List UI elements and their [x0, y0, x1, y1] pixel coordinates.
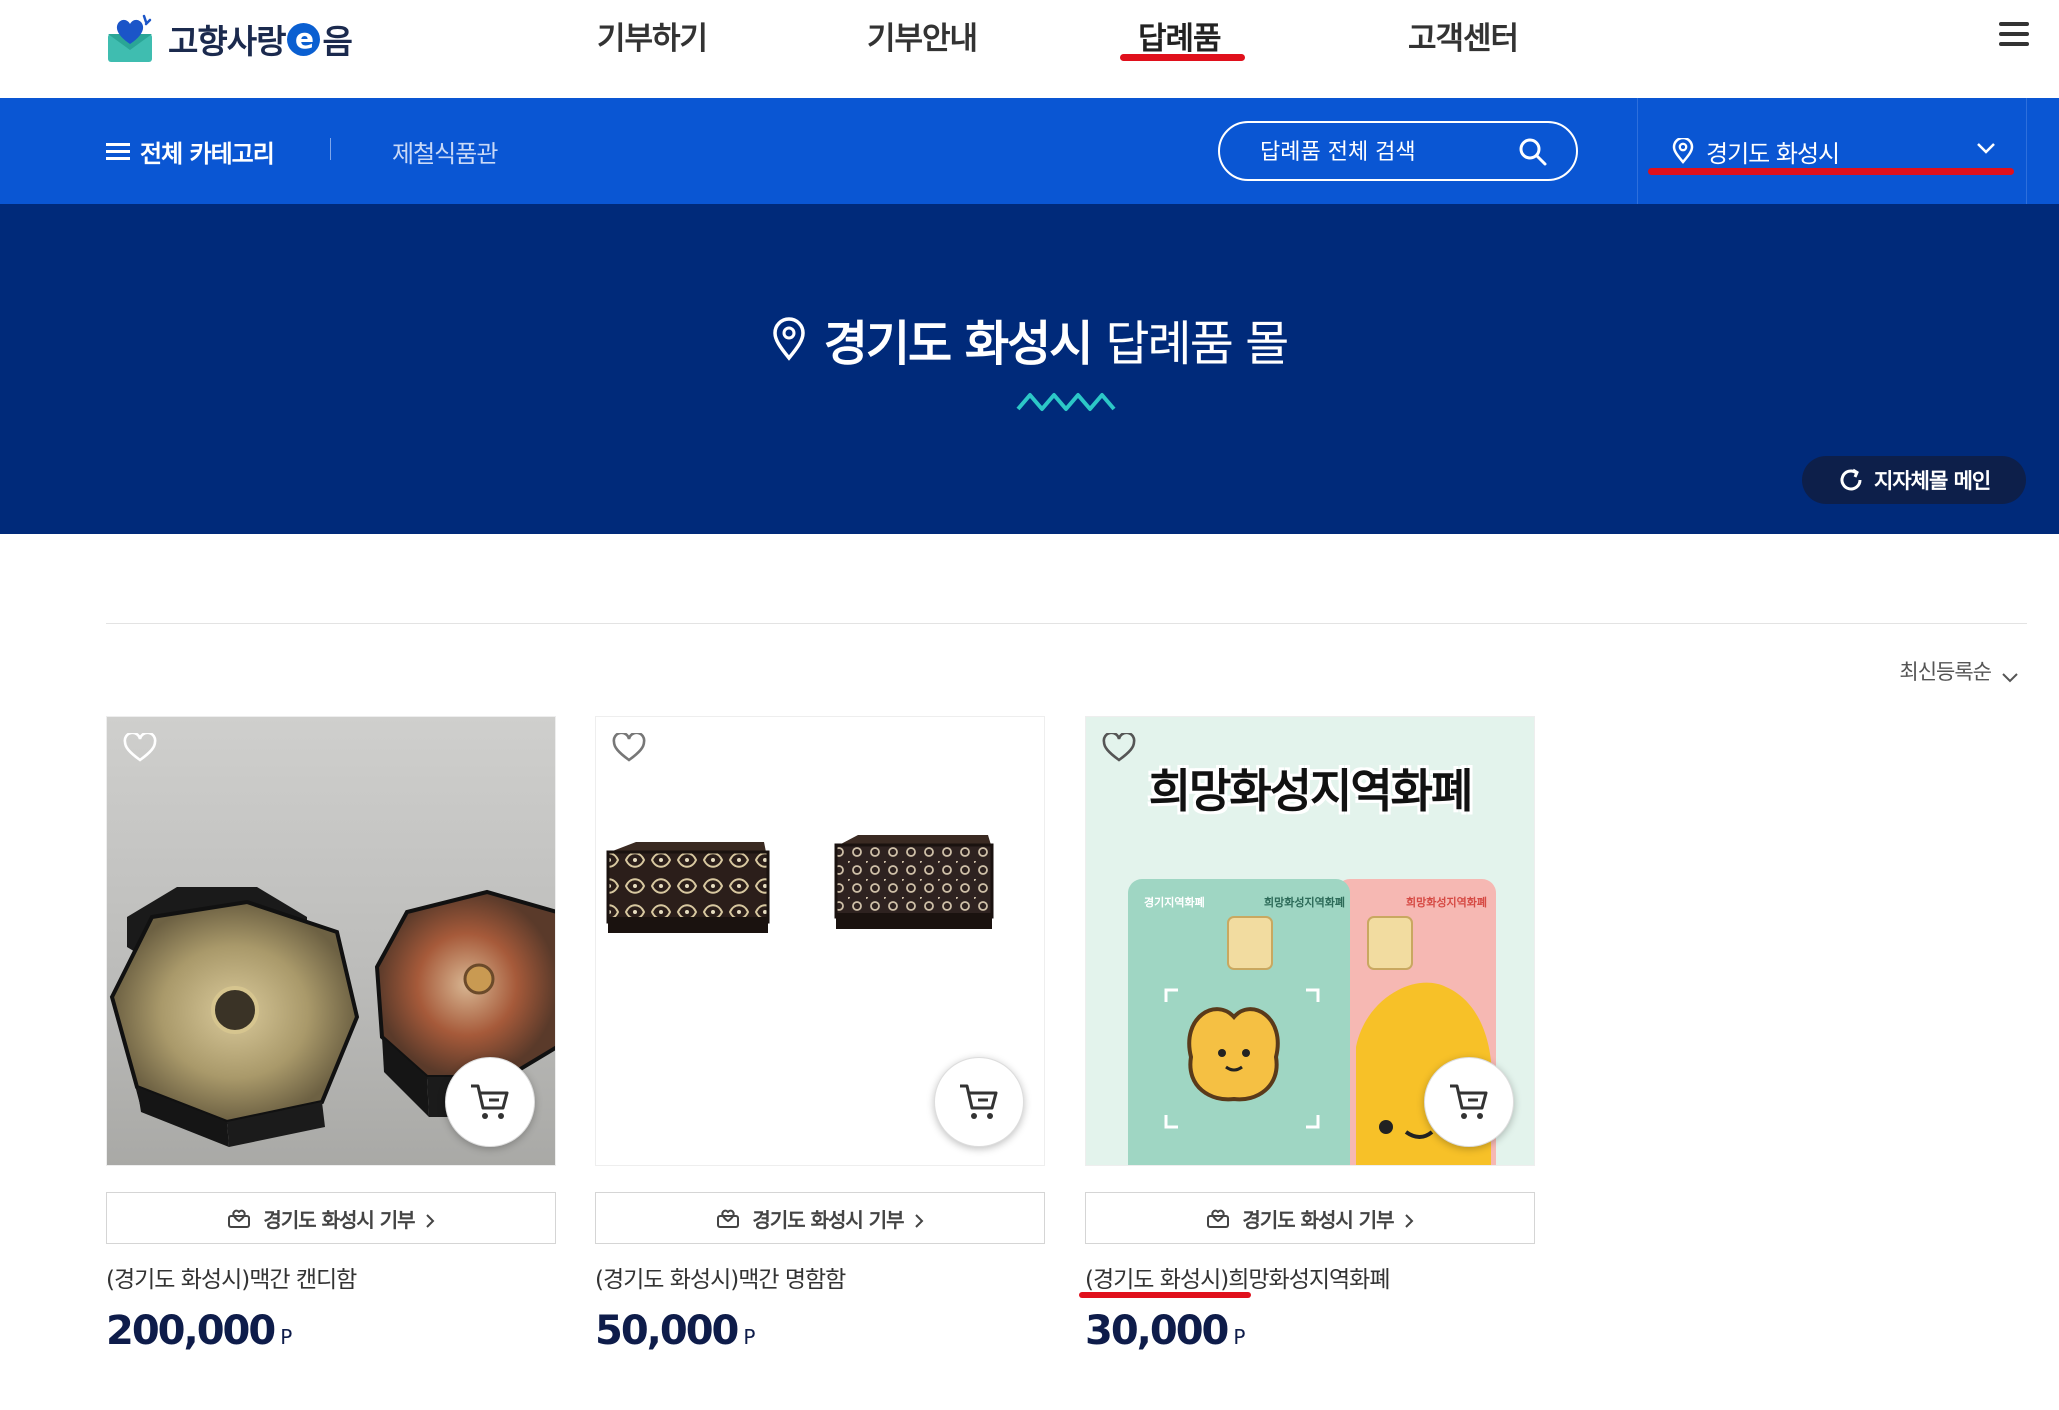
location-pin-icon: [772, 317, 806, 361]
product-image[interactable]: [595, 716, 1045, 1166]
price-value: 30,000: [1085, 1308, 1229, 1354]
donate-region-button[interactable]: 경기도 화성시 기부: [106, 1192, 556, 1244]
sort-dropdown[interactable]: 최신등록순: [1899, 656, 2019, 686]
gift-search-box: [1218, 121, 1578, 181]
wishlist-heart-icon[interactable]: [123, 731, 157, 763]
name-annotation-underline: [1079, 1292, 1251, 1298]
product-image[interactable]: 희망화성지역화폐 경기지역화폐 희망화성지역화폐 희망화성지역화폐: [1085, 716, 1535, 1166]
product-card: 희망화성지역화폐 경기지역화폐 희망화성지역화폐 희망화성지역화폐 경기도 화성…: [1079, 716, 1535, 1354]
add-to-cart-button[interactable]: [1424, 1057, 1514, 1147]
add-to-cart-button[interactable]: [934, 1057, 1024, 1147]
price-unit: P: [743, 1325, 755, 1349]
donate-region-label: 경기도 화성시 기부: [752, 1207, 904, 1232]
price-unit: P: [280, 1325, 292, 1349]
region-hero-banner: 경기도 화성시 답례품 몰 지자체몰 메인: [0, 204, 2059, 534]
list-menu-icon: [106, 139, 130, 164]
product-card: 경기도 화성시 기부 (경기도 화성시)맥간 캔디함 200,000 P: [106, 716, 556, 1354]
nav-donation-guide[interactable]: 기부안내: [867, 14, 978, 64]
search-icon[interactable]: [1518, 137, 1548, 167]
product-image[interactable]: [106, 716, 556, 1166]
card-brand-text: 희망화성지역화폐: [1264, 896, 1345, 909]
nav-donate[interactable]: 기부하기: [597, 14, 708, 64]
top-header: 고향사랑 e 음 기부하기 기부안내 답례품 고객센터: [0, 0, 2059, 98]
add-to-cart-button[interactable]: [445, 1057, 535, 1147]
seasonal-food-link[interactable]: 제철식품관: [392, 134, 498, 169]
product-name[interactable]: (경기도 화성시)희망화성지역화폐: [1085, 1267, 1390, 1293]
card-brand-text: 희망화성지역화폐: [1406, 896, 1487, 909]
region-selected-value: 경기도 화성시: [1706, 140, 1840, 168]
hamburger-menu-icon[interactable]: [1999, 22, 2029, 50]
local-mall-main-label: 지자체몰 메인: [1874, 469, 1991, 493]
donate-region-label: 경기도 화성시 기부: [263, 1207, 415, 1232]
local-mall-main-button[interactable]: 지자체몰 메인: [1802, 456, 2026, 504]
list-divider: [106, 623, 2027, 624]
price-value: 200,000: [106, 1308, 276, 1354]
donation-box-icon: [716, 1208, 740, 1228]
category-bar: 전체 카테고리 제철식품관 경기도 화성시: [0, 98, 2059, 204]
product-card: 경기도 화성시 기부 (경기도 화성시)맥간 명함함 50,000 P: [595, 716, 1045, 1354]
product-price: 200,000 P: [106, 1308, 556, 1354]
hero-title: 경기도 화성시 답례품 몰: [0, 304, 2059, 374]
product-name[interactable]: (경기도 화성시)맥간 캔디함: [106, 1260, 556, 1294]
hero-suffix: 답례품 몰: [1105, 316, 1289, 372]
product-price: 50,000 P: [595, 1308, 1045, 1354]
cart-icon: [1450, 1084, 1488, 1119]
nav-customer-center[interactable]: 고객센터: [1408, 14, 1519, 64]
price-value: 50,000: [595, 1308, 739, 1354]
chevron-right-icon: [1404, 1210, 1414, 1228]
all-category-button[interactable]: 전체 카테고리: [106, 134, 275, 169]
donate-region-label: 경기도 화성시 기부: [1242, 1207, 1394, 1232]
main-nav: 기부하기 기부안내 답례품 고객센터: [0, 14, 2059, 74]
gift-search-input[interactable]: [1260, 137, 1510, 167]
chevron-down-icon: [2001, 665, 2019, 683]
hero-region-name: 경기도 화성시: [823, 316, 1094, 372]
price-unit: P: [1233, 1325, 1245, 1349]
donate-region-button[interactable]: 경기도 화성시 기부: [1085, 1192, 1535, 1244]
donation-box-icon: [1206, 1208, 1230, 1228]
sort-label: 최신등록순: [1899, 660, 1992, 684]
donation-box-icon: [227, 1208, 251, 1228]
wishlist-heart-icon[interactable]: [612, 731, 646, 763]
decorative-wave-icon: [1016, 389, 1120, 413]
wishlist-heart-icon[interactable]: [1102, 731, 1136, 763]
cart-icon: [471, 1084, 509, 1119]
all-category-label: 전체 카테고리: [140, 140, 275, 168]
product-name[interactable]: (경기도 화성시)맥간 명함함: [595, 1260, 1045, 1294]
card-brand-text: 경기지역화폐: [1144, 896, 1205, 909]
region-annotation-underline: [1648, 168, 2014, 175]
refresh-icon: [1838, 467, 1864, 493]
product-price: 30,000 P: [1085, 1308, 1535, 1354]
chevron-down-icon: [1976, 140, 1996, 154]
nav-gifts-annotation-underline: [1120, 54, 1245, 61]
donate-region-button[interactable]: 경기도 화성시 기부: [595, 1192, 1045, 1244]
region-selector[interactable]: 경기도 화성시: [1637, 98, 2027, 204]
location-pin-icon: [1672, 136, 1694, 164]
chevron-right-icon: [425, 1210, 435, 1228]
product-name-wrapper: (경기도 화성시)희망화성지역화폐: [1079, 1260, 1535, 1298]
chevron-right-icon: [914, 1210, 924, 1228]
sub-bar-divider: [330, 138, 331, 160]
cart-icon: [960, 1084, 998, 1119]
